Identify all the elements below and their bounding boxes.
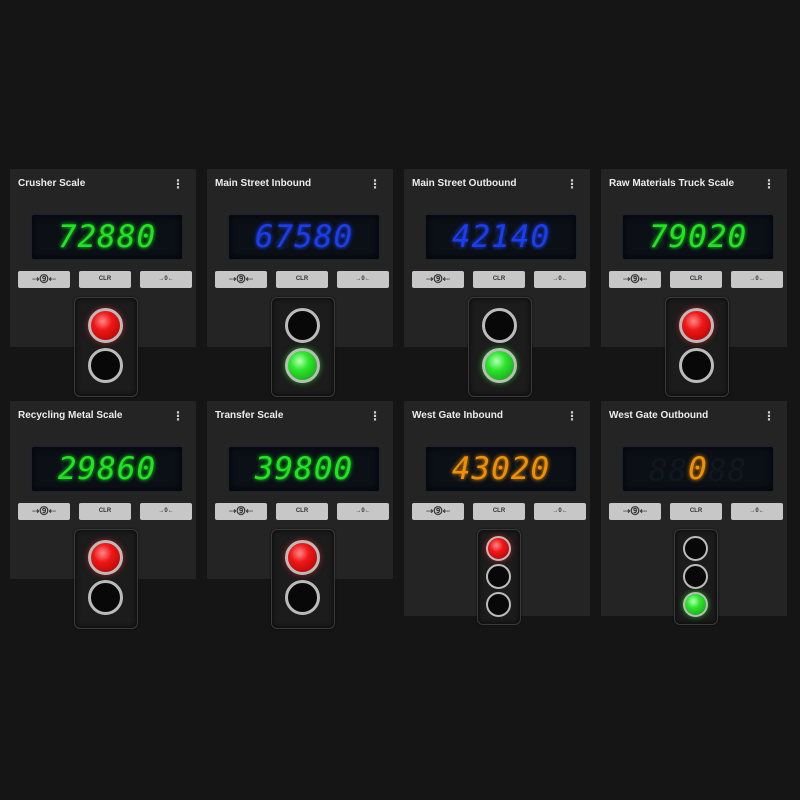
weight-value: 29860: [57, 451, 157, 487]
traffic-light: [477, 529, 521, 625]
signal-lamp-red: [88, 540, 123, 575]
print-button[interactable]: ⇢⓽⇠: [412, 271, 464, 288]
clear-button[interactable]: CLR: [79, 271, 131, 288]
scale-title: Crusher Scale: [18, 178, 86, 189]
weight-display: 88888 43020: [425, 446, 577, 492]
traffic-light: [665, 297, 729, 397]
zero-button[interactable]: →0←: [534, 271, 586, 288]
scale-title: Recycling Metal Scale: [18, 410, 123, 421]
print-ticket-icon: ⇢⓽⇠: [31, 274, 57, 284]
scale-title: Transfer Scale: [215, 410, 284, 421]
zero-button[interactable]: →0←: [337, 271, 389, 288]
scale-title: Raw Materials Truck Scale: [609, 178, 735, 189]
print-ticket-icon: ⇢⓽⇠: [228, 506, 254, 516]
signal-lamp-off: [683, 536, 708, 561]
traffic-light: [271, 297, 335, 397]
more-menu-icon[interactable]: ⋮: [369, 177, 381, 191]
signal-lamp-red: [285, 540, 320, 575]
traffic-light: [271, 529, 335, 629]
more-menu-icon[interactable]: ⋮: [566, 177, 578, 191]
more-menu-icon[interactable]: ⋮: [172, 177, 184, 191]
clear-button[interactable]: CLR: [473, 271, 525, 288]
print-ticket-icon: ⇢⓽⇠: [425, 506, 451, 516]
clear-button[interactable]: CLR: [79, 503, 131, 520]
signal-lamp-off: [88, 580, 123, 615]
signal-lamp-off: [486, 564, 511, 589]
scale-title: Main Street Outbound: [412, 178, 517, 189]
clear-button[interactable]: CLR: [473, 503, 525, 520]
scale-card-transfer-scale: Transfer Scale ⋮ 88888 39800 ⇢⓽⇠ CLR →0←: [207, 401, 393, 629]
more-menu-icon[interactable]: ⋮: [763, 409, 775, 423]
print-button[interactable]: ⇢⓽⇠: [215, 503, 267, 520]
more-menu-icon[interactable]: ⋮: [566, 409, 578, 423]
weight-display: 88888 0: [622, 446, 774, 492]
weight-value: 67580: [254, 219, 354, 255]
weight-value: 39800: [254, 451, 354, 487]
scale-card-main-street-outbound: Main Street Outbound ⋮ 88888 42140 ⇢⓽⇠ C…: [404, 169, 590, 397]
print-button[interactable]: ⇢⓽⇠: [412, 503, 464, 520]
print-button[interactable]: ⇢⓽⇠: [609, 503, 661, 520]
signal-lamp-red: [679, 308, 714, 343]
signal-lamp-off: [285, 308, 320, 343]
more-menu-icon[interactable]: ⋮: [763, 177, 775, 191]
scale-card-west-gate-outbound: West Gate Outbound ⋮ 88888 0 ⇢⓽⇠ CLR →0←: [601, 401, 787, 625]
more-menu-icon[interactable]: ⋮: [369, 409, 381, 423]
signal-lamp-red: [486, 536, 511, 561]
zero-button[interactable]: →0←: [731, 503, 783, 520]
traffic-light: [674, 529, 718, 625]
scale-card-recycling-metal-scale: Recycling Metal Scale ⋮ 88888 29860 ⇢⓽⇠ …: [10, 401, 196, 629]
scale-card-west-gate-inbound: West Gate Inbound ⋮ 88888 43020 ⇢⓽⇠ CLR …: [404, 401, 590, 625]
signal-lamp-off: [679, 348, 714, 383]
signal-lamp-green: [285, 348, 320, 383]
traffic-light: [74, 529, 138, 629]
scale-card-crusher-scale: Crusher Scale ⋮ 88888 72880 ⇢⓽⇠ CLR →0←: [10, 169, 196, 397]
weight-value: 79020: [648, 219, 748, 255]
weight-display: 88888 72880: [31, 214, 183, 260]
weight-value: 72880: [57, 219, 157, 255]
print-button[interactable]: ⇢⓽⇠: [609, 271, 661, 288]
scale-title: West Gate Inbound: [412, 410, 503, 421]
weight-display: 88888 67580: [228, 214, 380, 260]
clear-button[interactable]: CLR: [276, 503, 328, 520]
zero-button[interactable]: →0←: [731, 271, 783, 288]
weight-value: 0: [688, 451, 708, 487]
weight-display: 88888 79020: [622, 214, 774, 260]
print-ticket-icon: ⇢⓽⇠: [622, 274, 648, 284]
signal-lamp-off: [482, 308, 517, 343]
zero-button[interactable]: →0←: [337, 503, 389, 520]
traffic-light: [74, 297, 138, 397]
clear-button[interactable]: CLR: [276, 271, 328, 288]
print-button[interactable]: ⇢⓽⇠: [18, 503, 70, 520]
zero-button[interactable]: →0←: [140, 503, 192, 520]
print-ticket-icon: ⇢⓽⇠: [31, 506, 57, 516]
scale-title: West Gate Outbound: [609, 410, 709, 421]
scale-card-raw-materials-truck-scale: Raw Materials Truck Scale ⋮ 88888 79020 …: [601, 169, 787, 397]
print-ticket-icon: ⇢⓽⇠: [228, 274, 254, 284]
clear-button[interactable]: CLR: [670, 503, 722, 520]
weight-display: 88888 42140: [425, 214, 577, 260]
print-ticket-icon: ⇢⓽⇠: [425, 274, 451, 284]
weight-value: 42140: [451, 219, 551, 255]
signal-lamp-off: [285, 580, 320, 615]
traffic-light: [468, 297, 532, 397]
more-menu-icon[interactable]: ⋮: [172, 409, 184, 423]
signal-lamp-red: [88, 308, 123, 343]
print-button[interactable]: ⇢⓽⇠: [215, 271, 267, 288]
scale-dashboard: Crusher Scale ⋮ 88888 72880 ⇢⓽⇠ CLR →0← …: [0, 0, 800, 800]
clear-button[interactable]: CLR: [670, 271, 722, 288]
signal-lamp-green: [683, 592, 708, 617]
scale-title: Main Street Inbound: [215, 178, 312, 189]
signal-lamp-off: [683, 564, 708, 589]
print-ticket-icon: ⇢⓽⇠: [622, 506, 648, 516]
zero-button[interactable]: →0←: [534, 503, 586, 520]
weight-display: 88888 39800: [228, 446, 380, 492]
signal-lamp-off: [486, 592, 511, 617]
print-button[interactable]: ⇢⓽⇠: [18, 271, 70, 288]
weight-display: 88888 29860: [31, 446, 183, 492]
signal-lamp-off: [88, 348, 123, 383]
weight-value: 43020: [451, 451, 551, 487]
signal-lamp-green: [482, 348, 517, 383]
zero-button[interactable]: →0←: [140, 271, 192, 288]
scale-card-main-street-inbound: Main Street Inbound ⋮ 88888 67580 ⇢⓽⇠ CL…: [207, 169, 393, 397]
